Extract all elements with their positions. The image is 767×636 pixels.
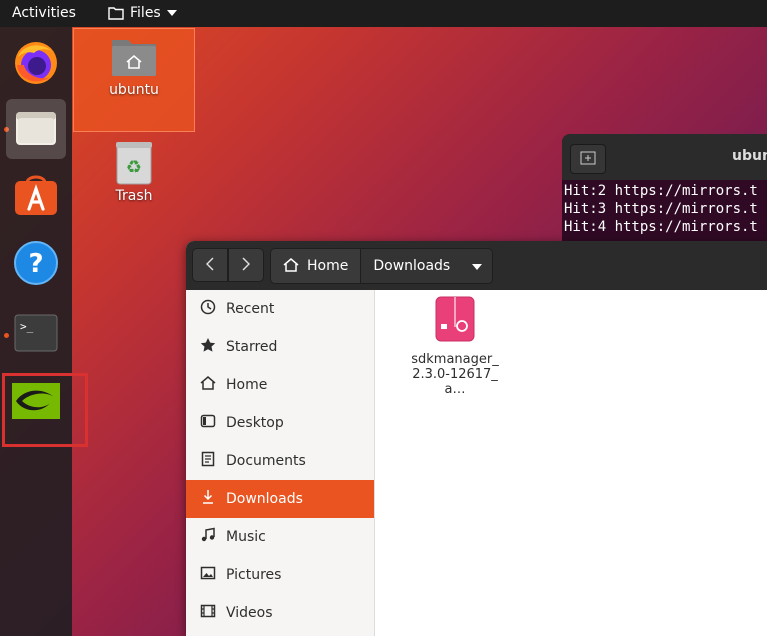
caret-down-icon <box>166 10 177 16</box>
places-sidebar: Recent Starred Home Desktop Documents Do… <box>186 290 375 636</box>
sidebar-item-music[interactable]: Music <box>186 518 374 556</box>
top-bar: Activities Files <box>0 0 767 27</box>
chevron-right-icon <box>242 256 251 275</box>
chevron-left-icon <box>205 256 214 275</box>
file-item[interactable]: sdkmanager_2.3.0-12617_a… <box>407 296 503 397</box>
star-icon <box>200 337 216 357</box>
sidebar-item-home[interactable]: Home <box>186 366 374 404</box>
desktop-label-trash: Trash <box>115 188 153 204</box>
sidebar-item-label: Pictures <box>226 567 282 583</box>
app-menu-button[interactable]: Files <box>108 5 177 21</box>
dock-help[interactable]: ? <box>6 235 66 295</box>
terminal-line: Hit:3 https://mirrors.t <box>564 201 758 217</box>
sidebar-item-starred[interactable]: Starred <box>186 328 374 366</box>
nvidia-highlight-box <box>2 373 88 447</box>
videos-icon <box>200 603 216 623</box>
breadcrumb-current-label: Downloads <box>373 258 451 274</box>
home-folder-icon <box>110 36 158 82</box>
clock-icon <box>200 299 216 319</box>
home-icon <box>283 257 299 276</box>
files-icon <box>15 108 57 150</box>
terminal-title: ubun <box>732 148 767 164</box>
dock-software[interactable] <box>6 167 66 227</box>
breadcrumb: Home Downloads <box>270 248 494 284</box>
dock-files[interactable] <box>6 99 66 159</box>
sidebar-item-label: Videos <box>226 605 273 621</box>
dock-firefox[interactable] <box>6 35 66 95</box>
terminal-line: Hit:4 https://mirrors.t <box>564 219 758 235</box>
files-window: Home Downloads Recent Starred Home Deskt… <box>186 241 767 636</box>
sidebar-item-label: Downloads <box>226 491 303 507</box>
sidebar-item-downloads[interactable]: Downloads <box>186 480 374 518</box>
dock-terminal[interactable]: >_ <box>6 305 66 365</box>
sidebar-item-documents[interactable]: Documents <box>186 442 374 480</box>
file-view: sdkmanager_2.3.0-12617_a… <box>375 290 767 636</box>
caret-down-icon <box>472 258 483 274</box>
svg-text:?: ? <box>28 249 43 279</box>
home-icon <box>200 375 216 395</box>
sidebar-item-recent[interactable]: Recent <box>186 290 374 328</box>
svg-text:>_: >_ <box>20 320 34 333</box>
files-headerbar: Home Downloads <box>186 241 767 290</box>
pictures-icon <box>200 565 216 585</box>
activities-button[interactable]: Activities <box>12 5 76 21</box>
sidebar-item-desktop[interactable]: Desktop <box>186 404 374 442</box>
folder-icon <box>108 6 124 20</box>
app-menu-label: Files <box>130 5 161 21</box>
desktop-icon <box>200 413 216 433</box>
terminal-header: ubun <box>562 134 767 180</box>
svg-text:♻: ♻ <box>126 157 142 178</box>
dock: ? >_ <box>0 27 88 636</box>
software-icon <box>13 173 59 221</box>
sidebar-item-label: Starred <box>226 339 278 355</box>
trash-icon[interactable]: ♻ <box>114 140 154 190</box>
breadcrumb-home[interactable]: Home <box>271 249 361 283</box>
music-icon <box>200 527 216 547</box>
documents-icon <box>200 451 216 471</box>
terminal-icon: >_ <box>14 314 58 356</box>
deb-package-icon <box>435 296 475 346</box>
file-name: sdkmanager_2.3.0-12617_a… <box>411 352 499 397</box>
sidebar-item-label: Home <box>226 377 268 393</box>
breadcrumb-home-label: Home <box>307 258 349 274</box>
breadcrumb-downloads[interactable]: Downloads <box>360 249 493 283</box>
download-icon <box>200 489 216 509</box>
sidebar-item-label: Music <box>226 529 266 545</box>
sidebar-item-label: Documents <box>226 453 306 469</box>
terminal-output: Hit:2 https://mirrors.t Hit:3 https://mi… <box>562 180 767 236</box>
help-icon: ? <box>13 240 59 290</box>
sidebar-item-label: Recent <box>226 301 275 317</box>
forward-button[interactable] <box>228 248 264 282</box>
terminal-line: Hit:2 https://mirrors.t <box>564 183 758 199</box>
sidebar-item-videos[interactable]: Videos <box>186 594 374 632</box>
desktop-label-ubuntu: ubuntu <box>109 82 159 98</box>
sidebar-item-pictures[interactable]: Pictures <box>186 556 374 594</box>
new-tab-icon <box>580 150 596 169</box>
new-tab-button[interactable] <box>570 144 606 174</box>
firefox-icon <box>12 39 60 91</box>
terminal-window[interactable]: ubun Hit:2 https://mirrors.t Hit:3 https… <box>562 134 767 254</box>
back-button[interactable] <box>192 248 228 282</box>
sidebar-item-label: Desktop <box>226 415 284 431</box>
